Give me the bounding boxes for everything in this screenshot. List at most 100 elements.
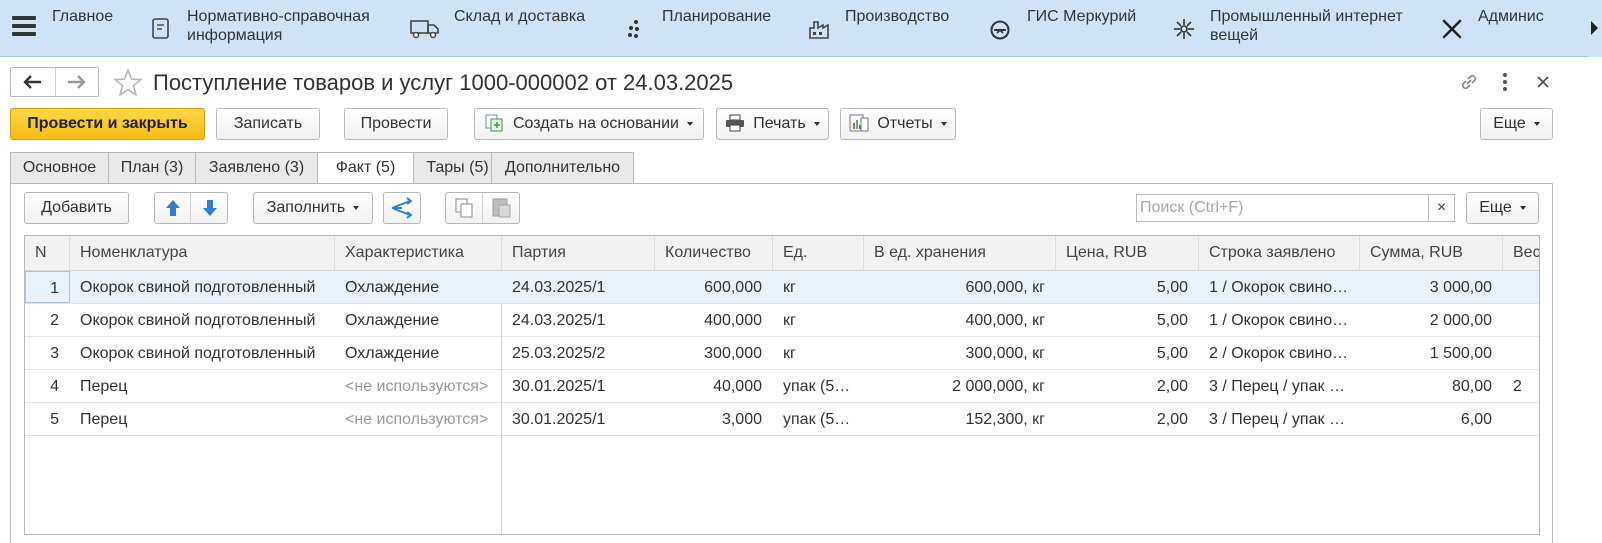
- cell-n[interactable]: 1: [25, 271, 70, 303]
- cell-weight[interactable]: [1503, 271, 1539, 303]
- cell-unit[interactable]: кг: [773, 271, 864, 303]
- cell-nomenclature[interactable]: Окорок свиной подготовленный: [70, 304, 335, 336]
- section-reference-info[interactable]: Нормативно-справочная информация: [150, 8, 390, 48]
- reports-button[interactable]: Отчеты: [840, 108, 956, 140]
- paste-rows-button[interactable]: [484, 193, 520, 223]
- cell-nomenclature[interactable]: Перец: [70, 370, 335, 402]
- close-icon[interactable]: [1534, 71, 1552, 97]
- cell-unit[interactable]: упак (50 кг): [773, 370, 864, 402]
- create-based-on-button[interactable]: Создать на основании: [474, 108, 704, 140]
- cell-declared-row[interactable]: 3 / Перец / упак (50 кг): [1199, 370, 1360, 402]
- split-row-button[interactable]: [383, 192, 421, 224]
- cell-sum[interactable]: 1 500,00: [1360, 337, 1503, 369]
- table-row[interactable]: 3 Окорок свиной подготовленный Охлаждение 2…: [25, 337, 1539, 370]
- cell-characteristic[interactable]: Охлаждение: [335, 304, 502, 336]
- cell-n[interactable]: 5: [25, 403, 70, 435]
- cell-declared-row[interactable]: 2 / Окорок свиной подготовленный: [1199, 337, 1360, 369]
- move-down-button[interactable]: [192, 193, 228, 223]
- copy-rows-button[interactable]: [446, 193, 483, 223]
- section-production[interactable]: Производство: [808, 8, 968, 48]
- column-header-quantity[interactable]: Количество: [655, 236, 773, 270]
- cell-n[interactable]: 4: [25, 370, 70, 402]
- more-vertical-icon[interactable]: [1498, 71, 1512, 97]
- cell-price[interactable]: 5,00: [1056, 304, 1199, 336]
- cell-batch[interactable]: 24.03.2025/1: [502, 304, 655, 336]
- cell-quantity[interactable]: 300,000: [655, 337, 773, 369]
- favorite-star-icon[interactable]: [113, 68, 143, 98]
- cell-characteristic[interactable]: <не используются>: [335, 370, 502, 402]
- column-header-declared-row[interactable]: Строка заявлено: [1199, 236, 1360, 270]
- section-administration[interactable]: Админис: [1440, 8, 1548, 48]
- cell-batch[interactable]: 25.03.2025/2: [502, 337, 655, 369]
- post-button[interactable]: Провести: [344, 108, 448, 140]
- cell-storage-units[interactable]: 600,000, кг: [864, 271, 1056, 303]
- cell-nomenclature[interactable]: Перец: [70, 403, 335, 435]
- tab-main[interactable]: Основное: [10, 152, 109, 184]
- cell-declared-row[interactable]: 3 / Перец / упак (50 кг): [1199, 403, 1360, 435]
- print-button[interactable]: Печать: [716, 108, 829, 140]
- cell-unit[interactable]: кг: [773, 337, 864, 369]
- tab-fact[interactable]: Факт (5): [317, 152, 414, 185]
- back-button[interactable]: [11, 68, 56, 96]
- save-button[interactable]: Записать: [216, 108, 320, 140]
- cell-n[interactable]: 3: [25, 337, 70, 369]
- post-and-close-button[interactable]: Провести и закрыть: [10, 108, 205, 140]
- column-header-sum[interactable]: Сумма, RUB: [1360, 236, 1503, 270]
- cell-price[interactable]: 5,00: [1056, 271, 1199, 303]
- cell-unit[interactable]: упак (50 кг): [773, 403, 864, 435]
- cell-sum[interactable]: 2 000,00: [1360, 304, 1503, 336]
- more-actions-button[interactable]: Еще: [1480, 108, 1553, 140]
- cell-n[interactable]: 2: [25, 304, 70, 336]
- cell-sum[interactable]: 80,00: [1360, 370, 1503, 402]
- section-planning[interactable]: Планирование: [626, 8, 786, 48]
- table-row[interactable]: 5 Перец <не используются> 30.01.2025/1 3,000…: [25, 403, 1539, 436]
- cell-nomenclature[interactable]: Окорок свиной подготовленный: [70, 271, 335, 303]
- column-header-nomenclature[interactable]: Номенклатура: [70, 236, 335, 270]
- cell-sum[interactable]: 3 000,00: [1360, 271, 1503, 303]
- cell-characteristic[interactable]: Охлаждение: [335, 271, 502, 303]
- search-input[interactable]: [1137, 195, 1429, 221]
- cell-declared-row[interactable]: 1 / Окорок свиной подготовленный: [1199, 304, 1360, 336]
- cell-weight[interactable]: [1503, 337, 1539, 369]
- forward-button[interactable]: [56, 68, 100, 96]
- tab-plan[interactable]: План (3): [108, 152, 196, 184]
- cell-unit[interactable]: кг: [773, 304, 864, 336]
- cell-sum[interactable]: 6,00: [1360, 403, 1503, 435]
- move-up-button[interactable]: [155, 193, 191, 223]
- cell-storage-units[interactable]: 2 000,000, кг: [864, 370, 1056, 402]
- add-row-button[interactable]: Добавить: [24, 192, 129, 224]
- cell-nomenclature[interactable]: Окорок свиной подготовленный: [70, 337, 335, 369]
- cell-quantity[interactable]: 40,000: [655, 370, 773, 402]
- table-row[interactable]: 2 Окорок свиной подготовленный Охлаждение 2…: [25, 304, 1539, 337]
- cell-quantity[interactable]: 600,000: [655, 271, 773, 303]
- section-warehouse-delivery[interactable]: Склад и доставка: [410, 8, 610, 48]
- cell-batch[interactable]: 30.01.2025/1: [502, 403, 655, 435]
- cell-batch[interactable]: 24.03.2025/1: [502, 271, 655, 303]
- cell-price[interactable]: 5,00: [1056, 337, 1199, 369]
- cell-batch[interactable]: 30.01.2025/1: [502, 370, 655, 402]
- table-row[interactable]: 4 Перец <не используются> 30.01.2025/1 40,00…: [25, 370, 1539, 403]
- cell-storage-units[interactable]: 152,300, кг: [864, 403, 1056, 435]
- cell-storage-units[interactable]: 400,000, кг: [864, 304, 1056, 336]
- cell-declared-row[interactable]: 1 / Окорок свиной подготовленный: [1199, 271, 1360, 303]
- column-header-n[interactable]: N: [25, 236, 70, 270]
- tab-declared[interactable]: Заявлено (3): [195, 152, 318, 184]
- column-header-batch[interactable]: Партия: [502, 236, 655, 270]
- column-header-unit[interactable]: Ед.: [773, 236, 864, 270]
- fill-button[interactable]: Заполнить: [253, 192, 373, 224]
- table-more-button[interactable]: Еще: [1466, 192, 1539, 224]
- clear-search-icon[interactable]: ×: [1428, 195, 1454, 221]
- section-gis-mercury[interactable]: ГИС Меркурий: [988, 8, 1148, 48]
- cell-price[interactable]: 2,00: [1056, 403, 1199, 435]
- sections-scroll-right[interactable]: [1588, 0, 1602, 57]
- section-main[interactable]: Главное: [50, 8, 130, 48]
- cell-price[interactable]: 2,00: [1056, 370, 1199, 402]
- table-row[interactable]: 1 Окорок свиной подготовленный Охлаждение 2…: [25, 271, 1539, 304]
- column-header-characteristic[interactable]: Характеристика: [335, 236, 502, 270]
- cell-characteristic[interactable]: <не используются>: [335, 403, 502, 435]
- cell-weight[interactable]: [1503, 304, 1539, 336]
- tab-containers[interactable]: Тары (5): [413, 152, 502, 184]
- link-icon[interactable]: [1458, 71, 1480, 97]
- tab-additional[interactable]: Дополнительно: [491, 152, 634, 184]
- cell-characteristic[interactable]: Охлаждение: [335, 337, 502, 369]
